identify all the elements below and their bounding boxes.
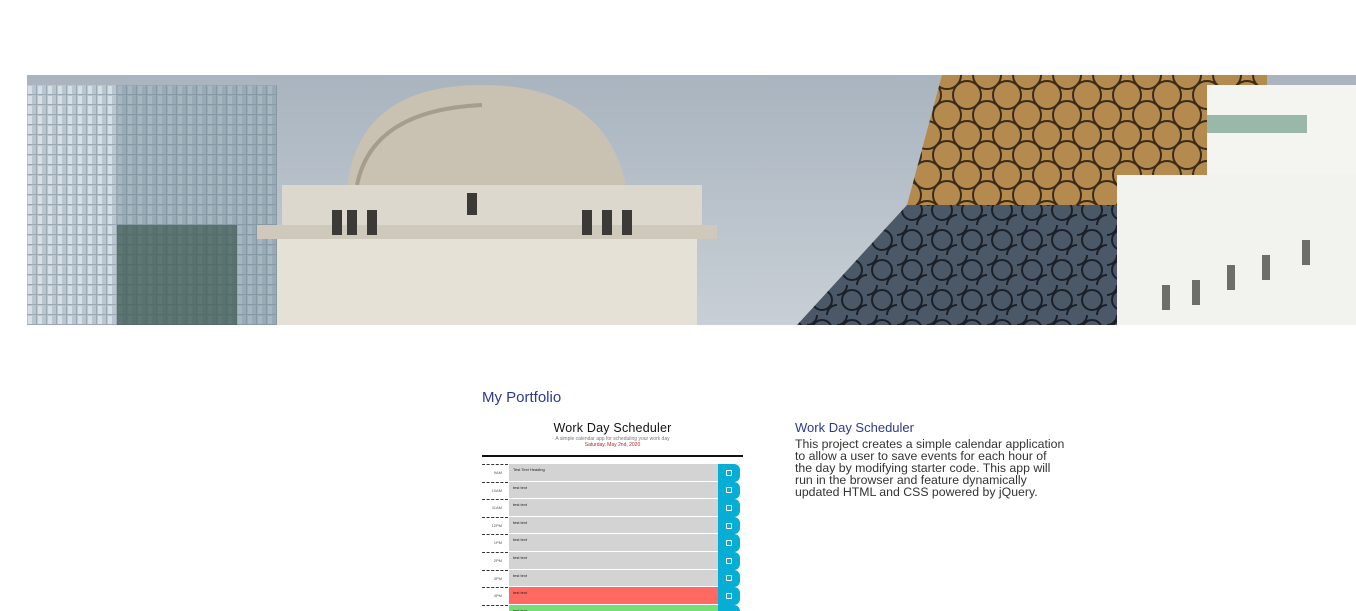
thumbnail-app-date: Saturday, May 2nd, 2020 — [584, 442, 641, 448]
thumbnail-time-block-row: 12PM test text — [482, 516, 743, 535]
time-block-hour: 5PM — [482, 604, 508, 611]
time-block-hour: 9AM — [482, 464, 508, 482]
save-icon — [718, 516, 740, 535]
skyline-illustration — [27, 75, 1356, 325]
time-block-hour: 10AM — [482, 481, 508, 500]
thumbnail-hour-rows: 9AM Test Text Heading 10AM test text 11AM tes… — [482, 464, 743, 611]
time-block-task: test text — [508, 499, 718, 517]
portfolio-heading: My Portfolio — [482, 389, 562, 406]
thumbnail-app-title: Work Day Scheduler — [553, 421, 672, 435]
time-block-task: Test Text Heading — [508, 464, 718, 482]
time-block-hour: 2PM — [482, 551, 508, 570]
project-description: This project creates a simple calendar a… — [795, 437, 1065, 499]
thumbnail-divider — [482, 455, 743, 457]
time-block-hour: 1PM — [482, 534, 508, 552]
time-block-task: test text — [508, 534, 718, 552]
time-block-task: test text — [508, 516, 718, 535]
save-icon — [718, 481, 740, 500]
thumbnail-time-block-row: 9AM Test Text Heading — [482, 464, 743, 482]
time-block-hour: 3PM — [482, 569, 508, 588]
time-block-task: test text — [508, 587, 718, 605]
time-block-hour: 12PM — [482, 516, 508, 535]
time-block-hour: 11AM — [482, 499, 508, 517]
time-block-task: test text — [508, 604, 718, 611]
save-icon — [718, 587, 740, 605]
thumbnail-time-block-row: 5PMtest text — [482, 604, 743, 611]
save-icon — [718, 569, 740, 588]
save-icon — [718, 499, 740, 517]
time-block-task: test text — [508, 551, 718, 570]
save-icon — [718, 551, 740, 570]
project-title-link[interactable]: Work Day Scheduler — [795, 420, 914, 435]
thumbnail-time-block-row: 1PM test text — [482, 534, 743, 552]
save-icon — [718, 464, 740, 482]
time-block-task: test text — [508, 481, 718, 500]
hero-banner-image — [27, 75, 1356, 325]
time-block-task: test text — [508, 569, 718, 588]
save-icon — [718, 604, 740, 611]
thumbnail-time-block-row: 11AM test text — [482, 499, 743, 517]
thumbnail-time-block-row: 3PM test text — [482, 569, 743, 588]
project-thumbnail-work-day-scheduler[interactable]: Work Day Scheduler A simple calendar app… — [482, 418, 743, 611]
thumbnail-time-block-row: 10AM test text — [482, 481, 743, 500]
thumbnail-time-block-row: 2PM test text — [482, 551, 743, 570]
time-block-hour: 4PM — [482, 587, 508, 605]
thumbnail-time-block-row: 4PM test text — [482, 587, 743, 605]
save-icon — [718, 534, 740, 552]
